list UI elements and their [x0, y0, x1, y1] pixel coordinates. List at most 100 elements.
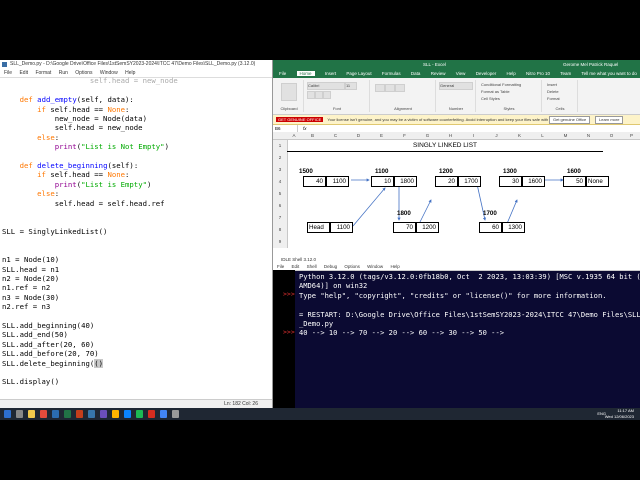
powerpoint-icon[interactable]	[76, 410, 83, 418]
insert-cells-button[interactable]: Insert	[547, 82, 557, 87]
shell-menu-file[interactable]: File	[277, 264, 284, 269]
node-data-cell[interactable]: 40	[303, 176, 326, 187]
node-next-cell[interactable]: None	[586, 176, 609, 187]
shell-title: IDLE Shell 3.12.0	[273, 256, 640, 263]
node-data-cell[interactable]: 30	[499, 176, 522, 187]
shell-menu-help[interactable]: Help	[390, 264, 399, 269]
excel-window: SLL - Excel Gerome Mel Patrick Raquel Fi…	[273, 60, 640, 256]
idle-editor-window: SLL_Demo.py - D:\Google Drive\Office Fil…	[0, 60, 273, 408]
word-icon[interactable]	[52, 410, 59, 418]
idle-shell-window: IDLE Shell 3.12.0 File Edit Shell Debug …	[273, 256, 640, 408]
get-genuine-button[interactable]: Get genuine Office	[549, 116, 591, 124]
bold-button[interactable]	[307, 91, 315, 99]
node-data-cell[interactable]: 60	[479, 222, 502, 233]
node-address: 1500	[299, 168, 313, 175]
clipboard-label: Clipboard	[280, 106, 298, 111]
tab-help[interactable]: Help	[506, 71, 515, 76]
python-icon[interactable]	[88, 410, 95, 418]
align-middle-button[interactable]	[385, 84, 395, 92]
shell-menu-edit[interactable]: Edit	[292, 264, 300, 269]
styles-label: Styles	[503, 106, 515, 111]
start-icon[interactable]	[4, 410, 11, 418]
excel-icon[interactable]	[64, 410, 71, 418]
node-data-cell[interactable]: 20	[435, 176, 458, 187]
font-name-select[interactable]: Calibri	[307, 82, 345, 90]
alignment-group: Alignment	[371, 80, 436, 112]
cells-group: Insert Delete Format Cells	[543, 80, 578, 112]
head-value-cell[interactable]: 1100	[330, 222, 353, 233]
tab-page-layout[interactable]: Page Layout	[346, 71, 371, 76]
clock[interactable]: 11:17 AM Wed 12/06/2023	[605, 408, 634, 420]
align-bottom-button[interactable]	[395, 84, 405, 92]
shell-menu-window[interactable]: Window	[367, 264, 383, 269]
shell-menu-debug[interactable]: Debug	[324, 264, 337, 269]
app-icon[interactable]	[148, 410, 155, 418]
teams-icon[interactable]	[100, 410, 107, 418]
license-warning-bar: GET GENUINE OFFICE Your license isn't ge…	[273, 115, 640, 125]
head-label-cell[interactable]: Head	[307, 222, 330, 233]
ribbon-tabs: File Home Insert Page Layout Formulas Da…	[273, 70, 640, 78]
node-data-cell[interactable]: 70	[393, 222, 416, 233]
file-explorer-icon[interactable]	[28, 410, 35, 418]
italic-button[interactable]	[315, 91, 323, 99]
clipboard-group: Clipboard	[275, 80, 304, 112]
alignment-label: Alignment	[394, 106, 412, 111]
excel-user[interactable]: Gerome Mel Patrick Raquel	[563, 60, 618, 70]
excel-title-bar: SLL - Excel Gerome Mel Patrick Raquel	[273, 60, 640, 70]
conditional-formatting-button[interactable]: Conditional Formatting	[481, 82, 521, 87]
shell-output[interactable]: Python 3.12.0 (tags/v3.12.0:0fb18b0, Oct…	[299, 272, 640, 338]
tab-nitro[interactable]: Nitro Pro 10	[526, 71, 550, 76]
tab-team[interactable]: Team	[560, 71, 571, 76]
tab-view[interactable]: View	[456, 71, 466, 76]
shell-menu-shell[interactable]: Shell	[307, 264, 317, 269]
link-arrows	[351, 178, 564, 227]
node-next-cell[interactable]: 1800	[394, 176, 417, 187]
search-icon[interactable]	[16, 410, 23, 418]
tab-review[interactable]: Review	[431, 71, 446, 76]
tab-file[interactable]: File	[279, 71, 286, 76]
node-address: 1200	[439, 168, 453, 175]
number-format-select[interactable]: General	[439, 82, 473, 90]
node-next-cell[interactable]: 1600	[522, 176, 545, 187]
node-next-cell[interactable]: 1200	[416, 222, 439, 233]
node-data-cell[interactable]: 50	[563, 176, 586, 187]
tell-me-search[interactable]: Tell me what you want to do	[581, 71, 637, 76]
number-label: Number	[448, 106, 464, 111]
delete-cells-button[interactable]: Delete	[547, 89, 559, 94]
app-icon[interactable]	[160, 410, 167, 418]
underline-button[interactable]	[323, 91, 331, 99]
cursor-position: Ln: 182 Col: 26	[224, 401, 258, 407]
tab-developer[interactable]: Developer	[476, 71, 497, 76]
learn-more-button[interactable]: Learn more	[595, 116, 624, 124]
tab-insert[interactable]: Insert	[325, 71, 336, 76]
shell-menu-options[interactable]: Options	[344, 264, 360, 269]
shell-menu-bar: File Edit Shell Debug Options Window Hel…	[273, 263, 640, 271]
code-editor-area[interactable]: self.head = new_node def add_empty(self,…	[0, 67, 272, 402]
app-icon[interactable]	[136, 410, 143, 418]
chrome-icon[interactable]	[40, 410, 47, 418]
app-icon[interactable]	[172, 410, 179, 418]
font-size-select[interactable]: 11	[345, 82, 357, 90]
cell-styles-button[interactable]: Cell Styles	[481, 96, 500, 101]
number-group: General Number	[437, 80, 476, 112]
format-as-table-button[interactable]: Format as Table	[481, 89, 510, 94]
sticky-notes-icon[interactable]	[112, 410, 119, 418]
node-data-cell[interactable]: 10	[371, 176, 394, 187]
worksheet-grid[interactable]: A B C D E F G H I J K L M N O P 1 2 3 4 …	[273, 132, 640, 256]
editor-status-bar: Ln: 182 Col: 26	[0, 399, 272, 408]
tab-home[interactable]: Home	[296, 71, 315, 76]
shell-line: Type "help", "copyright", "credits" or "…	[299, 290, 607, 300]
paste-button[interactable]	[281, 83, 297, 101]
zoom-icon[interactable]	[124, 410, 131, 418]
tab-data[interactable]: Data	[411, 71, 421, 76]
align-top-button[interactable]	[375, 84, 385, 92]
taskbar: ENG 11:17 AM Wed 12/06/2023	[0, 408, 640, 420]
node-next-cell[interactable]: 1300	[502, 222, 525, 233]
format-cells-button[interactable]: Format	[547, 96, 560, 101]
node-next-cell[interactable]: 1700	[458, 176, 481, 187]
clock-date: Wed 12/06/2023	[604, 414, 634, 419]
node-next-cell[interactable]: 1100	[326, 176, 349, 187]
tab-formulas[interactable]: Formulas	[382, 71, 401, 76]
shell-line: = RESTART: D:\Google Drive\Office Files\…	[299, 309, 640, 319]
